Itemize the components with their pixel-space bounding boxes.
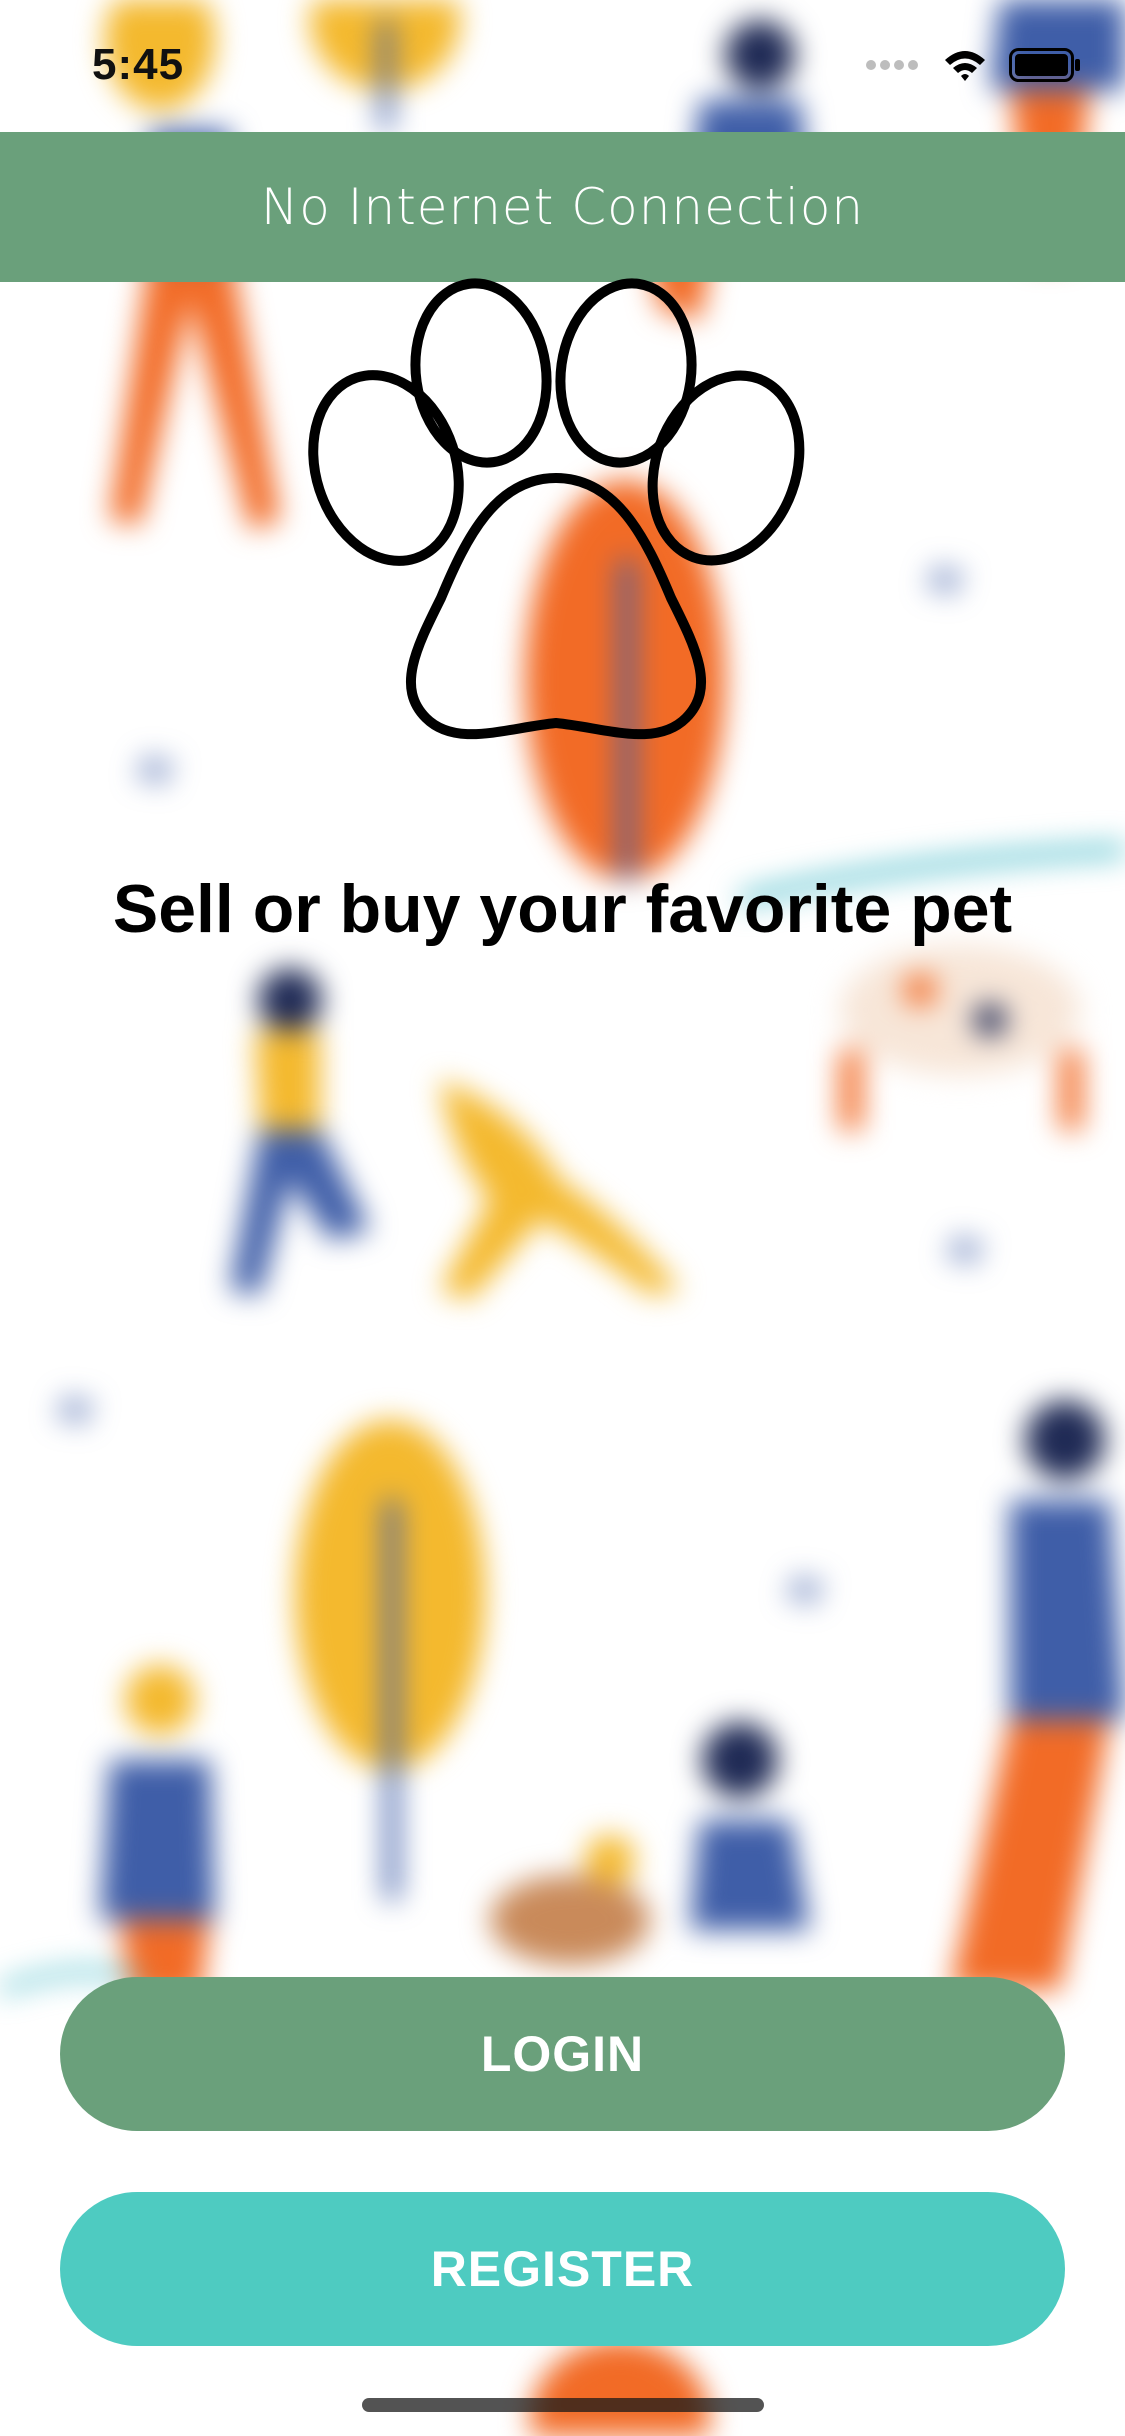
no-internet-banner: No Internet Connection xyxy=(0,132,1125,282)
status-bar: 5:45 xyxy=(0,0,1125,132)
cellular-signal-icon xyxy=(866,60,918,70)
paw-icon xyxy=(308,278,805,740)
login-button[interactable]: LOGIN xyxy=(60,1977,1065,2131)
status-icons xyxy=(865,48,1081,82)
status-time: 5:45 xyxy=(92,40,185,89)
wifi-icon xyxy=(945,51,985,81)
register-button[interactable]: REGISTER xyxy=(60,2192,1065,2346)
battery-icon xyxy=(1009,48,1080,82)
tagline: Sell or buy your favorite pet xyxy=(112,871,1013,947)
home-indicator[interactable] xyxy=(362,2398,764,2412)
